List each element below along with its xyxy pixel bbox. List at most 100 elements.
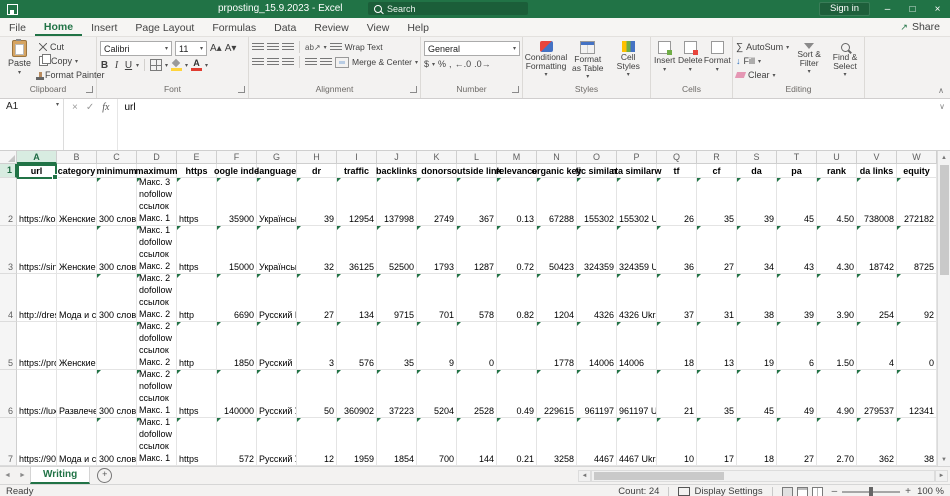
borders-dropdown-icon[interactable] bbox=[165, 62, 168, 69]
maximize-button[interactable]: □ bbox=[900, 0, 925, 18]
column-header[interactable]: H bbox=[297, 151, 337, 164]
cell-I[interactable]: 134 bbox=[337, 274, 377, 322]
ribbon-tab[interactable]: Page Layout bbox=[126, 18, 203, 36]
cell-D[interactable]: Макс. 2 nofollow ссылок Макс. 1 bbox=[137, 370, 177, 418]
cell-D[interactable]: Макс. 1 dofollow ссылок Макс. 2 bbox=[137, 226, 177, 274]
increase-indent-icon[interactable] bbox=[320, 58, 332, 67]
cell-W[interactable]: 0 bbox=[897, 322, 937, 370]
cell-H[interactable]: 3 bbox=[297, 322, 337, 370]
cell-T[interactable]: 43 bbox=[777, 226, 817, 274]
row-header[interactable]: 2 bbox=[0, 178, 17, 226]
cell-U[interactable]: 3.90 bbox=[817, 274, 857, 322]
column-header[interactable]: J bbox=[377, 151, 417, 164]
cell-T[interactable]: 27 bbox=[777, 418, 817, 466]
comma-style-icon[interactable]: , bbox=[449, 59, 452, 69]
ribbon-tab[interactable]: Help bbox=[398, 18, 438, 36]
align-bottom-icon[interactable] bbox=[282, 43, 294, 52]
column-header[interactable]: V bbox=[857, 151, 897, 164]
cell-P[interactable]: 155302 U bbox=[617, 178, 657, 226]
cell-C[interactable]: 300 слов в bbox=[97, 226, 137, 274]
cell-G[interactable]: Русский bbox=[257, 322, 297, 370]
cell-W[interactable]: 92 bbox=[897, 274, 937, 322]
cell-A[interactable]: https://ko bbox=[17, 178, 57, 226]
cell-E[interactable]: https bbox=[177, 370, 217, 418]
merge-center-dropdown-icon[interactable] bbox=[415, 59, 418, 66]
sheet-nav-next-icon[interactable] bbox=[15, 467, 30, 484]
cell-S[interactable]: 19 bbox=[737, 322, 777, 370]
cell-R[interactable]: 35 bbox=[697, 370, 737, 418]
cell-G[interactable]: Русский Е bbox=[257, 274, 297, 322]
column-header[interactable]: U bbox=[817, 151, 857, 164]
cell-H[interactable]: 27 bbox=[297, 274, 337, 322]
cell-F[interactable]: 1850 bbox=[217, 322, 257, 370]
orientation-dropdown-icon[interactable] bbox=[324, 44, 327, 51]
cell-E[interactable]: https bbox=[177, 226, 217, 274]
cell-H[interactable]: 50 bbox=[297, 370, 337, 418]
close-button[interactable]: × bbox=[925, 0, 950, 18]
cell-J[interactable]: 9715 bbox=[377, 274, 417, 322]
display-settings-button[interactable]: Display Settings bbox=[678, 486, 762, 496]
cell-A[interactable]: https://lux bbox=[17, 370, 57, 418]
scroll-up-icon[interactable] bbox=[938, 151, 950, 164]
vertical-scrollbar-thumb[interactable] bbox=[940, 165, 949, 275]
cell-O[interactable]: 14006 bbox=[577, 322, 617, 370]
font-name-select[interactable]: Calibri bbox=[100, 41, 172, 56]
cell-L[interactable]: 367 bbox=[457, 178, 497, 226]
cell-P[interactable]: 4326 Ukra bbox=[617, 274, 657, 322]
conditional-formatting-button[interactable]: Conditional Formatting bbox=[526, 39, 566, 80]
cell-R[interactable]: 13 bbox=[697, 322, 737, 370]
cell-W[interactable]: 12341 bbox=[897, 370, 937, 418]
cell-L[interactable]: 1287 bbox=[457, 226, 497, 274]
cell-G[interactable]: Русский У bbox=[257, 418, 297, 466]
column-header[interactable]: G bbox=[257, 151, 297, 164]
scroll-right-icon[interactable] bbox=[935, 470, 948, 482]
number-format-select[interactable]: General bbox=[424, 41, 520, 56]
cell-J[interactable]: 37223 bbox=[377, 370, 417, 418]
cell-N[interactable]: 1778 bbox=[537, 322, 577, 370]
increase-decimal-icon[interactable]: ←.0 bbox=[455, 59, 472, 69]
decrease-decimal-icon[interactable]: .0→ bbox=[474, 59, 491, 69]
formula-bar-value[interactable]: url bbox=[118, 99, 141, 150]
underline-dropdown-icon[interactable] bbox=[136, 62, 139, 69]
cell-U[interactable]: 4.90 bbox=[817, 370, 857, 418]
cell-L[interactable]: 578 bbox=[457, 274, 497, 322]
format-cells-button[interactable]: Format bbox=[705, 39, 729, 73]
cell-A[interactable]: https://sin bbox=[17, 226, 57, 274]
header-cell[interactable]: dr bbox=[297, 164, 337, 178]
cell-Q[interactable]: 10 bbox=[657, 418, 697, 466]
fill-button[interactable]: Fill bbox=[736, 55, 789, 67]
cell-L[interactable]: 2528 bbox=[457, 370, 497, 418]
ribbon-tab[interactable]: View bbox=[358, 18, 399, 36]
fill-color-icon[interactable] bbox=[171, 60, 182, 71]
cell-B[interactable]: Женские с bbox=[57, 226, 97, 274]
cell-H[interactable]: 12 bbox=[297, 418, 337, 466]
cell-I[interactable]: 36125 bbox=[337, 226, 377, 274]
cell-N[interactable]: 67288 bbox=[537, 178, 577, 226]
column-header[interactable]: E bbox=[177, 151, 217, 164]
cell-N[interactable]: 229615 bbox=[537, 370, 577, 418]
cell-M[interactable]: 0.13 bbox=[497, 178, 537, 226]
column-header[interactable]: B bbox=[57, 151, 97, 164]
header-cell[interactable]: rank bbox=[817, 164, 857, 178]
align-left-icon[interactable] bbox=[252, 58, 264, 67]
delete-cells-button[interactable]: Delete bbox=[678, 39, 702, 73]
ribbon-tab[interactable]: Home bbox=[35, 18, 82, 36]
cell-R[interactable]: 27 bbox=[697, 226, 737, 274]
header-cell[interactable]: pa bbox=[777, 164, 817, 178]
cell-M[interactable]: 0.21 bbox=[497, 418, 537, 466]
cell-I[interactable]: 576 bbox=[337, 322, 377, 370]
alignment-dialog-launcher-icon[interactable] bbox=[410, 86, 417, 93]
cell-G[interactable]: Українськ bbox=[257, 178, 297, 226]
cell-O[interactable]: 4467 bbox=[577, 418, 617, 466]
cell-E[interactable]: http bbox=[177, 274, 217, 322]
cell-P[interactable]: 14006 bbox=[617, 322, 657, 370]
cell-D[interactable]: Макс. 1 dofollow ссылок Макс. 1 bbox=[137, 418, 177, 466]
cell-F[interactable]: 15000 bbox=[217, 226, 257, 274]
column-header[interactable]: F bbox=[217, 151, 257, 164]
cancel-icon[interactable] bbox=[72, 102, 78, 113]
cell-V[interactable]: 18742 bbox=[857, 226, 897, 274]
header-cell[interactable]: tf bbox=[657, 164, 697, 178]
cell-O[interactable]: 961197 bbox=[577, 370, 617, 418]
insert-cells-button[interactable]: Insert bbox=[654, 39, 675, 73]
cell-A[interactable]: http://dres bbox=[17, 274, 57, 322]
